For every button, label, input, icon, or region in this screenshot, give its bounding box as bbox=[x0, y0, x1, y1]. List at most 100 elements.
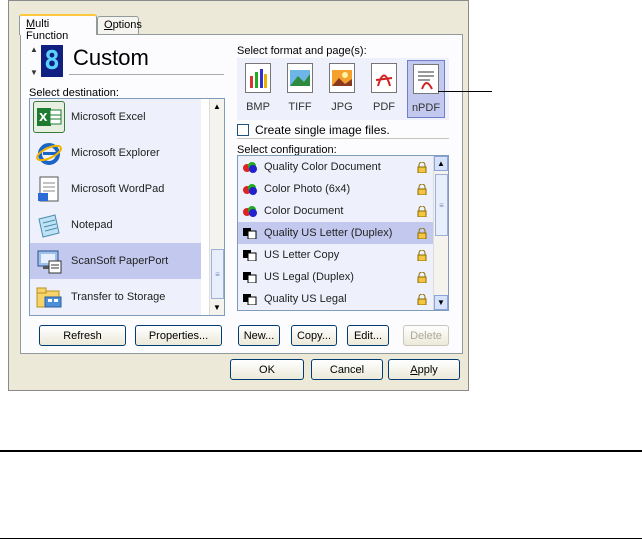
destination-item[interactable]: Notepad bbox=[30, 207, 201, 243]
configuration-item-label: Quality US Legal bbox=[264, 293, 347, 305]
scroll-up-icon[interactable]: ▲ bbox=[210, 99, 224, 114]
lock-icon bbox=[417, 271, 427, 283]
scroll-thumb[interactable]: ≡ bbox=[211, 249, 224, 299]
color-icon bbox=[242, 161, 258, 173]
destination-item[interactable]: Microsoft Explorer bbox=[30, 135, 201, 171]
scroll-thumb[interactable]: ≡ bbox=[435, 174, 448, 236]
destination-item[interactable]: ScanSoft PaperPort bbox=[30, 243, 201, 279]
apply-button[interactable]: Apply bbox=[388, 359, 460, 380]
refresh-button[interactable]: Refresh bbox=[39, 325, 126, 346]
format-bmp[interactable]: BMP bbox=[239, 60, 277, 118]
single-image-checkbox-box[interactable] bbox=[237, 124, 249, 136]
destination-item[interactable]: Transfer to Storage bbox=[30, 279, 201, 315]
single-image-checkbox[interactable]: Create single image files. bbox=[237, 123, 390, 137]
svg-text:X: X bbox=[39, 111, 48, 124]
format-npdf[interactable]: nPDF bbox=[407, 60, 445, 118]
apply-accel: A bbox=[410, 363, 418, 376]
configuration-item[interactable]: US Legal (Duplex) bbox=[238, 266, 433, 288]
configuration-item[interactable]: US Letter Copy bbox=[238, 244, 433, 266]
button-spinner[interactable]: ▲ ▼ bbox=[29, 45, 39, 77]
destination-item[interactable]: X Microsoft Excel bbox=[30, 99, 201, 135]
properties-button[interactable]: Properties... bbox=[135, 325, 222, 346]
destination-item-label: Microsoft WordPad bbox=[71, 183, 165, 195]
configuration-list[interactable]: Quality Color Document Color Photo (6x4)… bbox=[237, 155, 449, 311]
configuration-item[interactable]: Quality US Letter (Duplex) bbox=[238, 222, 433, 244]
configuration-scrollbar[interactable]: ▲ ≡ ▼ bbox=[433, 156, 448, 310]
folder-storage-icon bbox=[33, 281, 65, 313]
ok-button[interactable]: OK bbox=[230, 359, 304, 380]
configuration-item-label: Color Photo (6x4) bbox=[264, 183, 351, 195]
configuration-item-label: US Letter Copy bbox=[264, 249, 340, 261]
destination-item[interactable]: Microsoft WordPad bbox=[30, 171, 201, 207]
color-icon bbox=[242, 205, 258, 217]
wordpad-icon bbox=[33, 173, 65, 205]
destination-list[interactable]: X Microsoft Excel Microsoft Explorer Mic… bbox=[29, 98, 225, 316]
copy-button[interactable]: Copy... bbox=[291, 325, 337, 346]
edit-button[interactable]: Edit... bbox=[347, 325, 389, 346]
notepad-icon bbox=[33, 209, 65, 241]
bw-icon bbox=[242, 227, 258, 240]
destination-scrollbar[interactable]: ▲ ≡ ▼ bbox=[209, 99, 224, 315]
format-jpg[interactable]: JPG bbox=[323, 60, 361, 118]
lock-icon bbox=[417, 227, 427, 239]
format-pdf[interactable]: PDF bbox=[365, 60, 403, 118]
scroll-down-icon[interactable]: ▼ bbox=[210, 300, 224, 315]
format-jpg-label: JPG bbox=[331, 101, 353, 113]
configuration-item[interactable]: Quality US Legal bbox=[238, 288, 433, 310]
tab-multi-function-accel: M bbox=[26, 18, 36, 30]
jpg-icon bbox=[329, 63, 355, 93]
format-tiff-label: TIFF bbox=[288, 101, 312, 113]
configuration-item[interactable]: Color Document bbox=[238, 200, 433, 222]
scroll-up-icon[interactable]: ▲ bbox=[434, 156, 448, 171]
tab-options-accel: O bbox=[104, 19, 113, 31]
format-bmp-label: BMP bbox=[246, 101, 270, 113]
configuration-item-label: Quality Color Document bbox=[264, 161, 381, 173]
callout-line bbox=[438, 91, 492, 92]
delete-button[interactable]: Delete bbox=[403, 325, 449, 346]
button-name: Custom bbox=[69, 45, 224, 75]
destination-item-label: Transfer to Storage bbox=[71, 291, 166, 303]
divider bbox=[237, 138, 449, 139]
new-button[interactable]: New... bbox=[238, 325, 280, 346]
format-npdf-label: nPDF bbox=[411, 102, 441, 114]
paperport-icon bbox=[33, 245, 65, 277]
lock-icon bbox=[417, 183, 427, 195]
multi-function-dialog: Multi Function Options ▲ ▼ 8 Custom Sele… bbox=[8, 0, 469, 391]
configuration-item[interactable]: Color Photo (6x4) bbox=[238, 178, 433, 200]
lock-icon bbox=[417, 205, 427, 217]
configuration-item-label: Color Document bbox=[264, 205, 344, 217]
tab-options[interactable]: Options bbox=[97, 16, 142, 35]
lock-icon bbox=[417, 161, 427, 173]
bmp-icon bbox=[245, 63, 271, 93]
destination-item-label: ScanSoft PaperPort bbox=[71, 255, 169, 267]
format-tiff[interactable]: TIFF bbox=[281, 60, 319, 118]
apply-rest: pply bbox=[417, 363, 438, 376]
cancel-button[interactable]: Cancel bbox=[311, 359, 383, 380]
bw-icon bbox=[242, 249, 258, 262]
lock-icon bbox=[417, 249, 427, 261]
tab-multi-function[interactable]: Multi Function bbox=[19, 14, 97, 42]
scroll-down-icon[interactable]: ▼ bbox=[434, 295, 448, 310]
format-label: Select format and page(s): bbox=[237, 45, 367, 57]
configuration-item-label: US Legal (Duplex) bbox=[264, 271, 354, 283]
format-pdf-label: PDF bbox=[373, 101, 395, 113]
excel-icon: X bbox=[33, 101, 65, 133]
destination-item-label: Microsoft Excel bbox=[71, 111, 146, 123]
npdf-icon bbox=[413, 64, 439, 94]
bw-icon bbox=[242, 293, 258, 306]
horizontal-rule-bottom bbox=[0, 538, 642, 539]
configuration-item-label: Quality US Letter (Duplex) bbox=[264, 227, 393, 239]
destination-item-label: Microsoft Explorer bbox=[71, 147, 160, 159]
tiff-icon bbox=[287, 63, 313, 93]
configuration-item[interactable]: Quality Color Document bbox=[238, 156, 433, 178]
tab-panel: ▲ ▼ 8 Custom Select destination: X Micro… bbox=[20, 34, 463, 354]
horizontal-rule-top bbox=[0, 450, 642, 452]
button-number-led: 8 bbox=[41, 45, 63, 77]
destination-item-label: Notepad bbox=[71, 219, 113, 231]
tab-options-label: ptions bbox=[112, 19, 142, 31]
internet-explorer-icon bbox=[33, 137, 65, 169]
spin-up-icon[interactable]: ▲ bbox=[30, 45, 38, 54]
color-icon bbox=[242, 183, 258, 195]
single-image-checkbox-label: Create single image files. bbox=[255, 123, 390, 137]
spin-down-icon[interactable]: ▼ bbox=[30, 68, 38, 77]
